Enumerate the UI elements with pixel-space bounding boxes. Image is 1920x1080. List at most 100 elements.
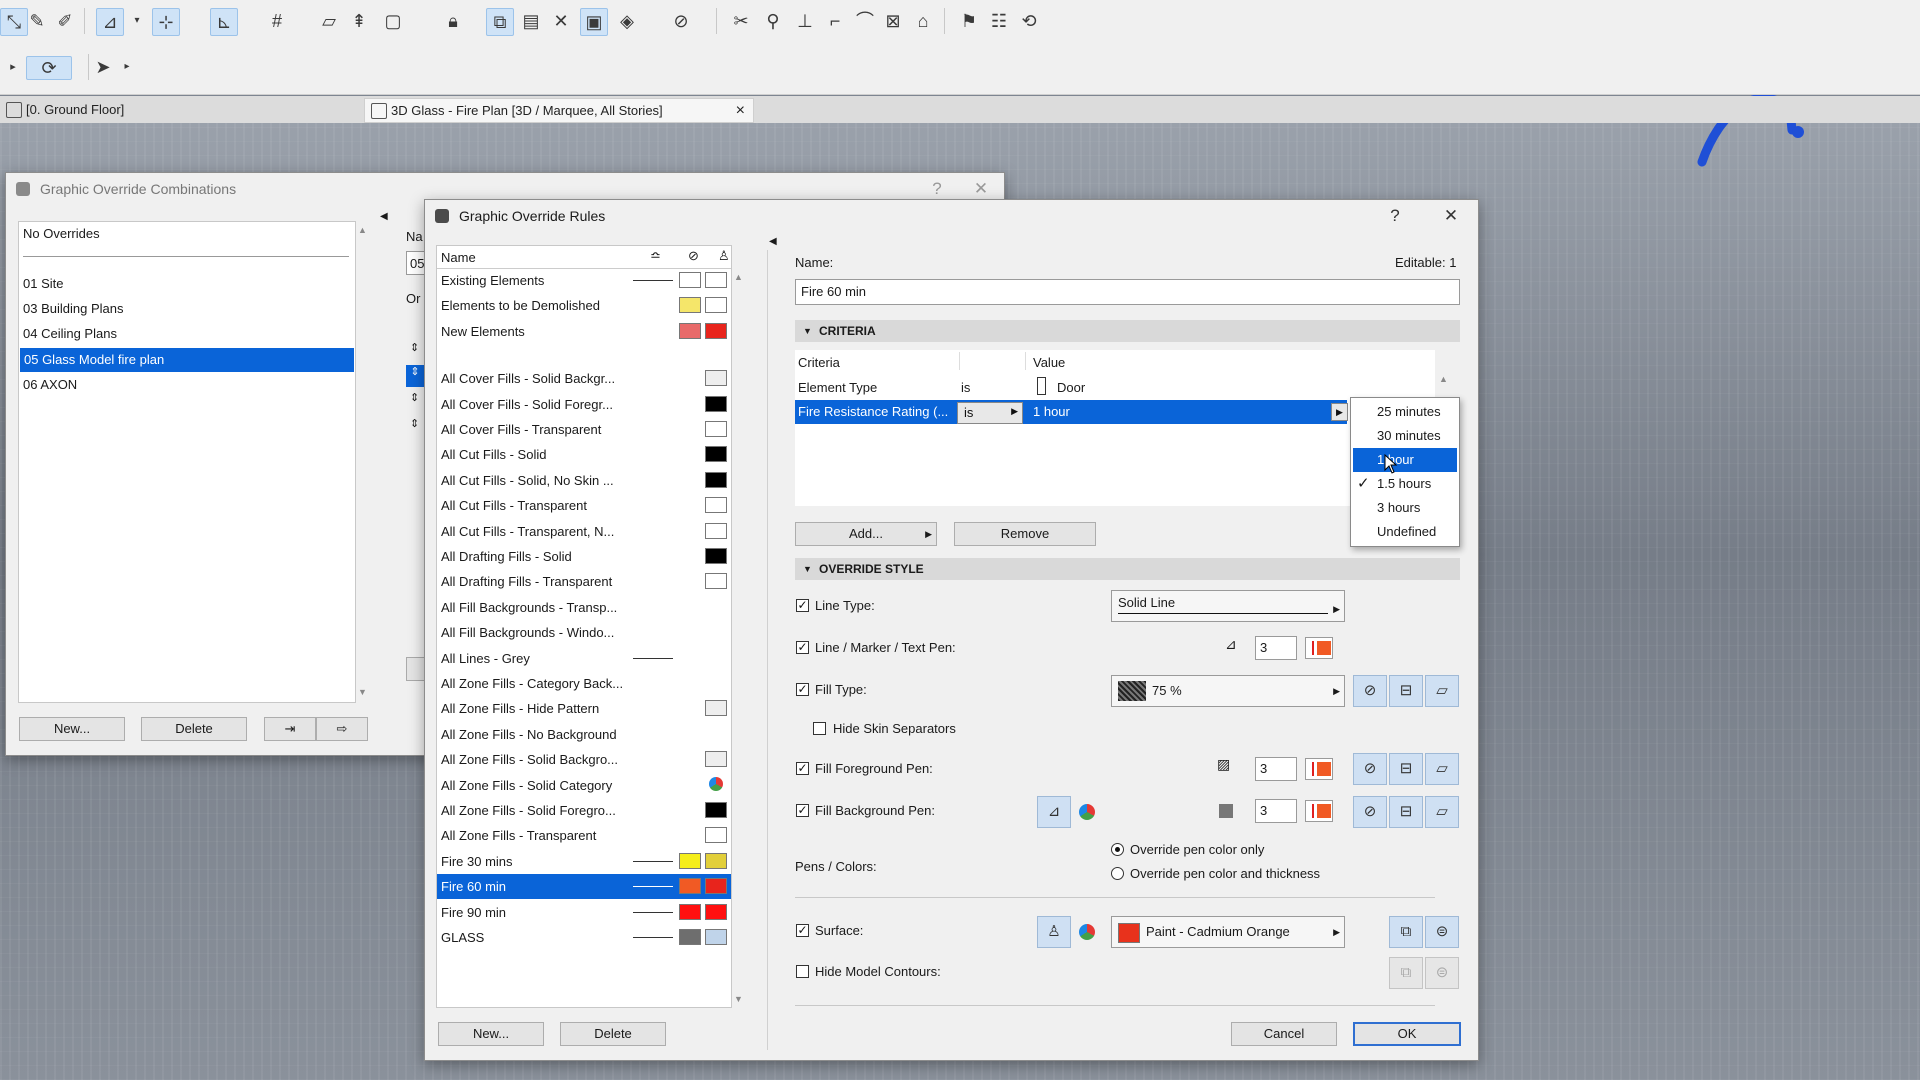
surface-popup[interactable]: Paint - Cadmium Orange ▶ — [1111, 916, 1345, 948]
order-handle-icon[interactable]: ⇕ — [410, 391, 419, 404]
rule-row[interactable]: All Zone Fills - Solid Category — [437, 773, 731, 798]
list-item[interactable]: 03 Building Plans — [19, 297, 355, 321]
line-pen-checkbox[interactable]: ✓ — [796, 641, 809, 654]
fill-background-checkbox[interactable]: ✓ — [796, 804, 809, 817]
dropdown-option[interactable]: 30 minutes — [1353, 424, 1457, 448]
tab-ground-floor[interactable]: [0. Ground Floor] — [0, 98, 356, 121]
rule-row[interactable]: Fire 60 min — [437, 874, 731, 900]
rule-row[interactable]: All Drafting Fills - Solid — [437, 544, 731, 569]
schedule-icon[interactable]: ☷ — [986, 8, 1012, 34]
override-style-section-header[interactable]: OVERRIDE STYLE — [795, 558, 1460, 580]
pointer-icon[interactable]: ⇞ — [346, 8, 372, 34]
order-handle-icon[interactable]: ⇕ — [410, 417, 419, 430]
dropdown-option[interactable]: 3 hours — [1353, 496, 1457, 520]
corner-icon[interactable]: ⌐ — [822, 8, 848, 34]
criteria-element-type[interactable]: Element Type — [798, 380, 877, 395]
trim-icon[interactable]: ⊥ — [792, 8, 818, 34]
rule-row[interactable]: Existing Elements — [437, 268, 731, 293]
contours-cut-icon[interactable]: ⧉ — [1389, 957, 1423, 989]
list-item[interactable]: No Overrides — [19, 222, 355, 246]
line-type-popup[interactable]: Solid Line ▶ — [1111, 590, 1345, 622]
remove-criteria-button[interactable]: Remove — [954, 522, 1096, 546]
relative-construction-icon[interactable]: ⊾ — [210, 8, 238, 36]
ok-button[interactable]: OK — [1353, 1022, 1461, 1046]
fg-cover-icon[interactable]: ⊟ — [1389, 753, 1423, 785]
rule-row[interactable]: Elements to be Demolished — [437, 293, 731, 318]
fill-foreground-color-swatch[interactable] — [1305, 758, 1333, 780]
hide-model-contours-checkbox[interactable] — [796, 965, 809, 978]
rule-row[interactable]: All Zone Fills - Category Back... — [437, 671, 731, 696]
override-color-only-radio[interactable] — [1111, 843, 1124, 856]
line-pen-color-swatch[interactable] — [1305, 637, 1333, 659]
scissors-icon[interactable]: ✂ — [728, 8, 754, 34]
rule-row[interactable]: All Zone Fills - Transparent — [437, 823, 731, 848]
line-pen-number[interactable]: 3 — [1255, 636, 1297, 660]
rule-new-button[interactable]: New... — [438, 1022, 544, 1046]
criteria-row-selected[interactable]: Fire Resistance Rating (... is ▶ 1 hour … — [795, 400, 1348, 424]
dropdown-option[interactable]: 1 hour — [1353, 448, 1457, 472]
order-handle-icon[interactable]: ⇕ — [410, 341, 419, 354]
color-wheel-icon[interactable] — [1079, 804, 1095, 820]
rule-row[interactable]: All Cover Fills - Solid Foregr... — [437, 392, 731, 417]
list-item[interactable]: 04 Ceiling Plans — [19, 322, 355, 346]
surface-uncut-icon[interactable]: ⊜ — [1425, 916, 1459, 948]
surface-painter-icon[interactable]: ♙ — [1037, 916, 1071, 948]
list-item[interactable]: 05 Glass Model fire plan — [20, 348, 354, 372]
layout-icon[interactable]: ▤ — [518, 8, 544, 34]
suspend-icon[interactable]: ✕ — [548, 8, 574, 34]
roof-icon[interactable]: ⌂ — [910, 8, 936, 34]
snap-guide-icon[interactable]: ⊹ — [152, 8, 180, 36]
dropdown-option[interactable]: Undefined — [1353, 520, 1457, 544]
fg-cut-icon[interactable]: ⊘ — [1353, 753, 1387, 785]
teamwork-icon[interactable]: ⟲ — [1016, 8, 1042, 34]
rule-row[interactable]: All Cut Fills - Transparent — [437, 493, 731, 518]
trace-icon[interactable]: ▣ — [580, 8, 608, 36]
tab-close-icon[interactable]: × — [736, 99, 745, 122]
line-type-checkbox[interactable]: ✓ — [796, 599, 809, 612]
rule-row[interactable]: All Cover Fills - Solid Backgr... — [437, 366, 731, 391]
criteria-value-door[interactable]: Door — [1057, 380, 1085, 395]
rules-scrollbar[interactable]: ▲ ▼ — [732, 270, 746, 1006]
export-button[interactable]: ⇨ — [316, 717, 368, 741]
cancel-button[interactable]: Cancel — [1231, 1022, 1337, 1046]
snap-dropdown-icon[interactable]: ▾ — [124, 8, 150, 34]
add-criteria-button[interactable]: Add... ▶ — [795, 522, 937, 546]
fill-cover-icon[interactable]: ⊟ — [1389, 675, 1423, 707]
dropdown-option[interactable]: 1.5 hours ✓ — [1353, 472, 1457, 496]
fill-background-color-swatch[interactable] — [1305, 800, 1333, 822]
operator-popup[interactable]: is ▶ — [957, 402, 1023, 424]
rule-row[interactable]: All Drafting Fills - Transparent — [437, 569, 731, 594]
order-handle-icon[interactable]: ⇕ — [406, 365, 424, 387]
override-color-thickness-radio[interactable] — [1111, 867, 1124, 880]
close-button[interactable]: ✕ — [1436, 200, 1466, 232]
view-icon[interactable]: ◈ — [614, 8, 640, 34]
tab-3d-glass-fire-plan[interactable]: 3D Glass - Fire Plan [3D / Marquee, All … — [364, 98, 754, 123]
frame-icon[interactable]: ▢ — [380, 8, 406, 34]
fill-type-checkbox[interactable]: ✓ — [796, 683, 809, 696]
rule-row[interactable]: All Lines - Grey — [437, 646, 731, 671]
fill-drafting-icon[interactable]: ▱ — [1425, 675, 1459, 707]
eyedropper-icon[interactable]: ✎ — [24, 8, 50, 34]
ruler-icon[interactable]: ▱ — [316, 8, 342, 34]
split-icon[interactable]: ⊠ — [880, 8, 906, 34]
fill-foreground-number[interactable]: 3 — [1255, 757, 1297, 781]
syringe-icon[interactable]: ✐ — [52, 8, 78, 34]
rule-row[interactable]: All Zone Fills - Solid Backgro... — [437, 747, 731, 772]
lock-icon[interactable]: 🔒︎ — [440, 8, 466, 34]
rule-row[interactable]: New Elements — [437, 319, 731, 344]
rule-delete-button[interactable]: Delete — [560, 1022, 666, 1046]
fg-drafting-icon[interactable]: ▱ — [1425, 753, 1459, 785]
criteria-operator[interactable]: is — [961, 380, 970, 395]
grid-icon[interactable]: # — [264, 8, 290, 34]
cursor-dropdown-icon[interactable]: ▸ — [114, 54, 140, 80]
surface-cut-icon[interactable]: ⧉ — [1389, 916, 1423, 948]
fill-background-number[interactable]: 3 — [1255, 799, 1297, 823]
fill-cut-icon[interactable]: ⊘ — [1353, 675, 1387, 707]
combination-delete-button[interactable]: Delete — [141, 717, 247, 741]
magic-wand-icon[interactable]: ⚲ — [760, 8, 786, 34]
flag-icon[interactable]: ⚑ — [956, 8, 982, 34]
layer-icon[interactable]: ⊘ — [668, 8, 694, 34]
background-pen-icon[interactable]: ⊿ — [1037, 796, 1071, 828]
import-button[interactable]: ⇥ — [264, 717, 316, 741]
rule-row[interactable]: Fire 30 mins — [437, 849, 731, 874]
